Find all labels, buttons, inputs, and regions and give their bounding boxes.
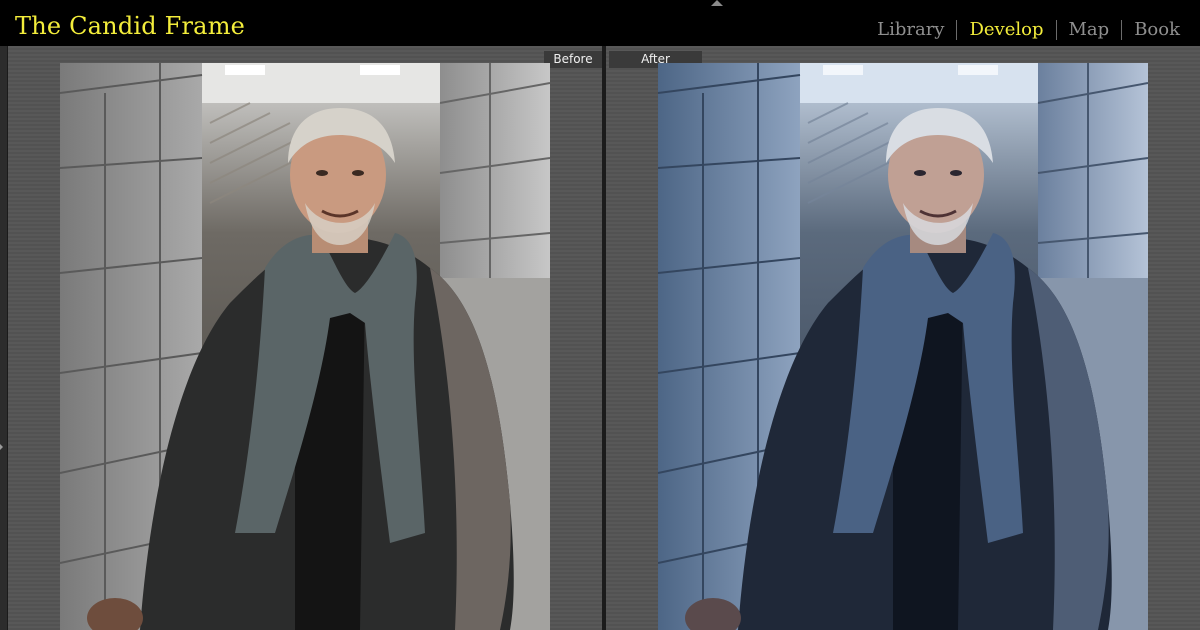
module-book[interactable]: Book <box>1122 19 1192 41</box>
develop-workspace: Before After <box>0 46 1200 630</box>
left-panel-edge[interactable] <box>0 46 7 630</box>
after-photo-image <box>658 63 1148 630</box>
before-view-pane: Before <box>8 46 602 630</box>
before-photo[interactable] <box>60 63 550 630</box>
collapse-left-panel-icon[interactable] <box>0 444 3 450</box>
top-bar: The Candid Frame Library Develop Map Boo… <box>0 0 1200 46</box>
collapse-top-panel-icon[interactable] <box>711 0 723 6</box>
before-label: Before <box>544 51 602 68</box>
module-map[interactable]: Map <box>1057 19 1122 41</box>
identity-plate: The Candid Frame <box>15 12 246 40</box>
after-photo[interactable] <box>658 63 1148 630</box>
module-picker: Library Develop Map Book <box>865 17 1200 43</box>
after-view-pane: After <box>606 46 1200 630</box>
module-library[interactable]: Library <box>865 19 956 41</box>
module-develop[interactable]: Develop <box>957 19 1055 41</box>
before-photo-image <box>60 63 550 630</box>
